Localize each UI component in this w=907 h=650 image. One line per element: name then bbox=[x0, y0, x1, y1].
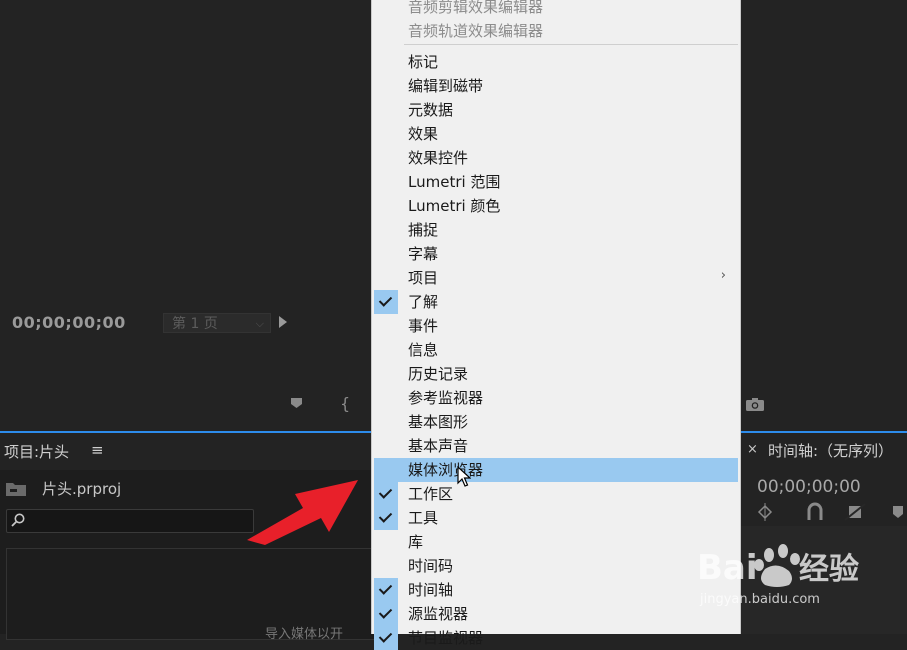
menu-item-media-browser[interactable]: 媒体浏览器 bbox=[372, 458, 740, 482]
menu-item-program-monitor[interactable]: 节目监视器 bbox=[372, 626, 740, 650]
menu-item-lumetri-color[interactable]: Lumetri 颜色 bbox=[372, 194, 740, 218]
menu-item-capture[interactable]: 捕捉 bbox=[372, 218, 740, 242]
menu-item-projects[interactable]: 项目 › bbox=[372, 266, 740, 290]
menu-item-effects[interactable]: 效果 bbox=[372, 122, 740, 146]
timeline-panel-title[interactable]: 时间轴:（无序列） bbox=[768, 440, 893, 461]
project-file-name: 片头.prproj bbox=[42, 480, 122, 498]
camera-icon[interactable] bbox=[746, 398, 764, 411]
page-select-value: 第 1 页 bbox=[172, 316, 218, 332]
menu-item-essential-graphics[interactable]: 基本图形 bbox=[372, 410, 740, 434]
menu-item-timelines[interactable]: 时间轴 bbox=[372, 578, 740, 602]
menu-item-reference-monitor[interactable]: 参考监视器 bbox=[372, 386, 740, 410]
checkmark-icon bbox=[374, 602, 398, 626]
timeline-timecode[interactable]: 00;00;00;00 bbox=[757, 477, 861, 497]
menu-item-captions[interactable]: 字幕 bbox=[372, 242, 740, 266]
checkmark-icon bbox=[374, 290, 398, 314]
page-select[interactable]: 第 1 页 ⌵ bbox=[163, 313, 271, 333]
project-panel-title[interactable]: 项目:片头 bbox=[4, 441, 69, 462]
menu-item-timecode[interactable]: 时间码 bbox=[372, 554, 740, 578]
menu-item-source-monitor[interactable]: 源监视器 bbox=[372, 602, 740, 626]
red-arrow-annotation bbox=[247, 480, 358, 545]
panel-menu-icon[interactable]: ≡ bbox=[91, 441, 104, 459]
menu-item-edit-to-tape[interactable]: 编辑到磁带 bbox=[372, 74, 740, 98]
checkmark-icon bbox=[374, 626, 398, 650]
menu-item-learn[interactable]: 了解 bbox=[372, 290, 740, 314]
menu-item-libraries[interactable]: 库 bbox=[372, 530, 740, 554]
add-marker-icon[interactable] bbox=[893, 506, 903, 518]
chevron-down-icon: ⌵ bbox=[255, 317, 264, 330]
menu-item-events[interactable]: 事件 bbox=[372, 314, 740, 338]
menu-separator bbox=[404, 44, 738, 45]
menu-item-workspaces[interactable]: 工作区 bbox=[372, 482, 740, 506]
in-point-icon[interactable]: { bbox=[340, 394, 350, 413]
checkmark-icon bbox=[374, 578, 398, 602]
magnet-icon[interactable] bbox=[807, 502, 823, 520]
menu-item-markers[interactable]: 标记 bbox=[372, 50, 740, 74]
chevron-right-icon: › bbox=[720, 268, 726, 283]
search-icon bbox=[11, 513, 25, 527]
checkmark-icon bbox=[374, 506, 398, 530]
timeline-close-icon[interactable]: × bbox=[747, 442, 758, 457]
menu-item-effect-controls[interactable]: 效果控件 bbox=[372, 146, 740, 170]
menu-item-tools[interactable]: 工具 bbox=[372, 506, 740, 530]
svg-text:经验: 经验 bbox=[799, 552, 859, 587]
linked-selection-icon[interactable] bbox=[844, 503, 866, 521]
menu-item-history[interactable]: 历史记录 bbox=[372, 362, 740, 386]
menu-item-info[interactable]: 信息 bbox=[372, 338, 740, 362]
menu-item-audio-clip-effect-editor[interactable]: 音频剪辑效果编辑器 bbox=[372, 0, 740, 19]
checkmark-icon bbox=[374, 482, 398, 506]
folder-icon[interactable] bbox=[6, 481, 26, 496]
watermark-url: jingyan.baidu.com bbox=[700, 592, 820, 607]
window-menu: 音频剪辑效果编辑器 音频轨道效果编辑器 标记 编辑到磁带 元数据 效果 效果控件… bbox=[371, 0, 741, 650]
timeline-toolbar bbox=[757, 502, 903, 521]
project-search-input[interactable] bbox=[6, 509, 254, 533]
snap-icon[interactable] bbox=[757, 503, 773, 521]
program-timecode[interactable]: 00;00;00;00 bbox=[12, 313, 126, 332]
mouse-cursor-icon bbox=[457, 466, 471, 487]
menu-item-audio-track-effect-editor[interactable]: 音频轨道效果编辑器 bbox=[372, 19, 740, 43]
menu-item-metadata[interactable]: 元数据 bbox=[372, 98, 740, 122]
menu-item-essential-sound[interactable]: 基本声音 bbox=[372, 434, 740, 458]
play-icon[interactable] bbox=[279, 316, 287, 328]
menu-item-lumetri-scopes[interactable]: Lumetri 范围 bbox=[372, 170, 740, 194]
svg-text:Bai: Bai bbox=[697, 548, 758, 588]
import-media-hint: 导入媒体以开 bbox=[265, 627, 344, 642]
